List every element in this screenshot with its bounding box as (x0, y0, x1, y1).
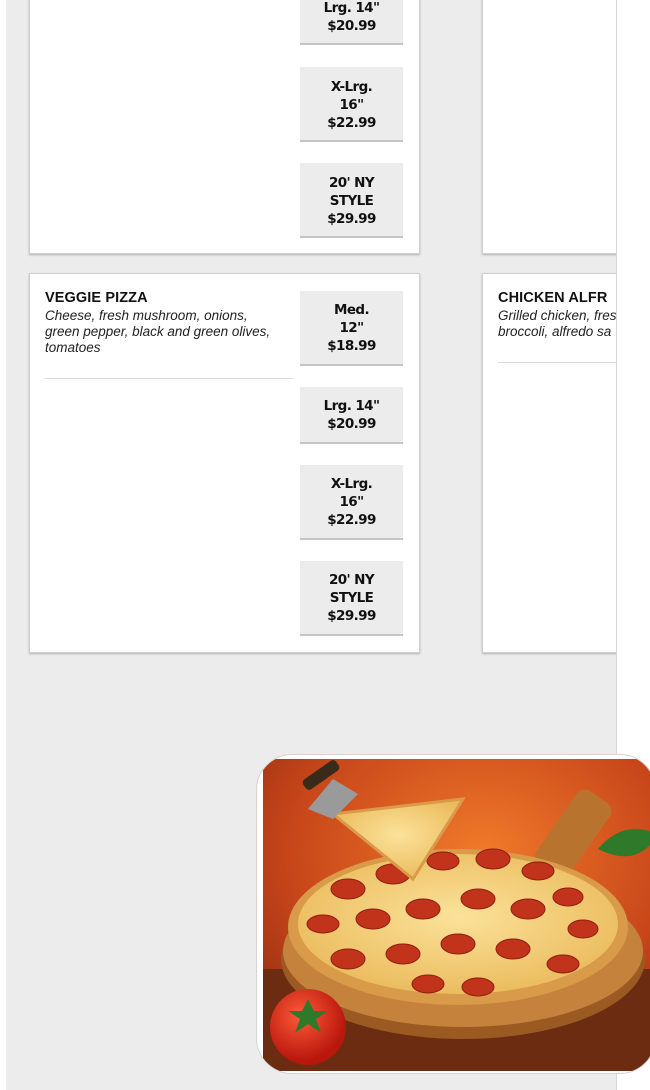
price-amount: $18.99 (327, 338, 376, 354)
menu-item-card-top-right (482, 0, 616, 254)
price-amount: $20.99 (327, 18, 376, 34)
price-option-x-large[interactable]: X-Lrg. 16" $22.99 (300, 67, 403, 142)
item-divider (498, 362, 616, 363)
item-description: Cheese, fresh mushroom, onions, green pe… (45, 308, 271, 355)
item-title: VEGGIE PIZZA (45, 290, 148, 306)
price-size-label: Lrg. 14" (323, 0, 380, 16)
item-description: Grilled chicken, fres broccoli, alfredo … (498, 308, 617, 339)
price-amount: $22.99 (327, 512, 376, 528)
price-amount: $22.99 (327, 115, 376, 131)
item-divider (45, 378, 293, 379)
item-title: CHICKEN ALFR (498, 290, 608, 306)
pepperoni-pizza-photo (256, 754, 650, 1074)
price-amount: $29.99 (327, 211, 376, 227)
menu-item-card-top-left: Lrg. 14" $20.99 X-Lrg. 16" $22.99 20' NY… (29, 0, 420, 254)
price-size-label: 20' NY STYLE (328, 175, 375, 209)
price-size-label: X-Lrg. 16" (330, 476, 373, 510)
price-size-label: 20' NY STYLE (328, 572, 375, 606)
price-option-ny-style[interactable]: 20' NY STYLE $29.99 (300, 561, 403, 636)
menu-item-card-veggie-pizza: VEGGIE PIZZA Cheese, fresh mushroom, oni… (29, 273, 420, 653)
price-size-label: Med. 12" (334, 302, 370, 336)
pizza-illustration (263, 759, 650, 1071)
price-option-medium[interactable]: Med. 12" $18.99 (300, 291, 403, 366)
price-size-label: X-Lrg. 16" (330, 79, 373, 113)
menu-item-card-chicken-alfredo: CHICKEN ALFR Grilled chicken, fres brocc… (482, 273, 617, 653)
price-option-ny-style[interactable]: 20' NY STYLE $29.99 (300, 163, 403, 238)
price-option-x-large[interactable]: X-Lrg. 16" $22.99 (300, 465, 403, 540)
price-option-large[interactable]: Lrg. 14" $20.99 (300, 0, 403, 45)
price-size-label: Lrg. 14" (323, 398, 380, 414)
price-option-large[interactable]: Lrg. 14" $20.99 (300, 387, 403, 444)
price-amount: $20.99 (327, 416, 376, 432)
price-amount: $29.99 (327, 608, 376, 624)
